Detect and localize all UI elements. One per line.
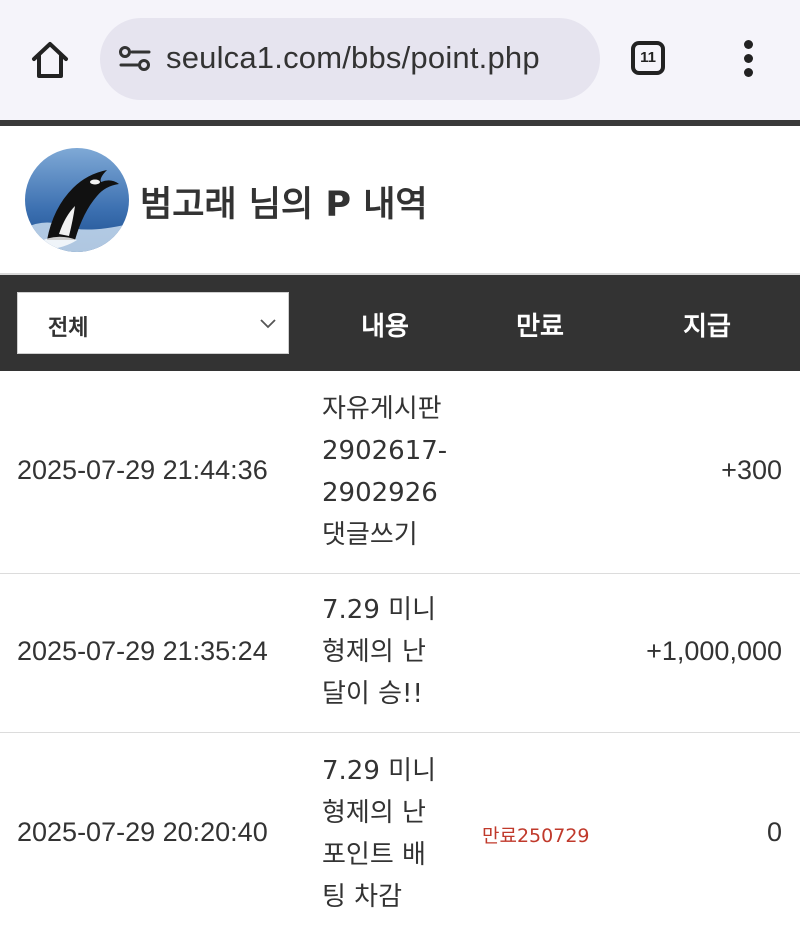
table-row: 2025-07-29 21:35:24 7.29 미니 형제의 난 달이 승!!… <box>0 574 800 733</box>
page-title: 범고래 님의 P 내역 <box>140 185 428 225</box>
filter-select-value: 전체 <box>48 316 89 341</box>
url-text[interactable]: seulca1.com/bbs/point.php <box>166 40 540 76</box>
table-header: 전체 내용 만료 지급 <box>0 275 800 371</box>
row-content-line: 포인트 배 <box>322 840 426 870</box>
column-header-amount: 지급 <box>683 312 731 342</box>
row-amount: +300 <box>721 455 782 485</box>
row-content-line: 2902926 <box>322 478 438 508</box>
profile-header: 범고래 님의 P 내역 <box>0 126 800 274</box>
row-content-line: 2902617- <box>322 436 448 466</box>
column-header-expire: 만료 <box>516 312 564 342</box>
row-content: 7.29 미니 형제의 난 달이 승!! <box>322 589 472 715</box>
chevron-down-icon <box>258 313 278 333</box>
row-content-line: 댓글쓰기 <box>322 520 418 550</box>
row-date: 2025-07-29 20:20:40 <box>17 817 268 847</box>
home-icon[interactable] <box>28 38 72 82</box>
row-date: 2025-07-29 21:35:24 <box>17 636 268 666</box>
browser-toolbar: seulca1.com/bbs/point.php 11 <box>0 0 800 120</box>
table-row: 2025-07-29 20:20:40 7.29 미니 형제의 난 포인트 배 … <box>0 733 800 933</box>
row-content: 7.29 미니 형제의 난 포인트 배 팅 차감 <box>322 750 472 918</box>
table-row: 2025-07-29 21:44:36 자유게시판 2902617- 29029… <box>0 371 800 574</box>
row-content-line: 7.29 미니 <box>322 595 436 625</box>
row-content-line: 형제의 난 <box>322 637 426 667</box>
row-content-line: 자유게시판 <box>322 394 442 424</box>
row-amount: +1,000,000 <box>646 636 782 666</box>
tab-switcher-button[interactable]: 11 <box>631 41 665 75</box>
address-bar[interactable]: seulca1.com/bbs/point.php <box>100 18 600 100</box>
row-content-line: 팅 차감 <box>322 882 403 912</box>
row-amount: 0 <box>766 817 782 847</box>
avatar <box>25 148 129 252</box>
row-content-line: 형제의 난 <box>322 798 426 828</box>
filter-select[interactable]: 전체 <box>17 292 289 354</box>
row-content-line: 달이 승!! <box>322 679 423 709</box>
site-settings-icon[interactable] <box>118 45 152 73</box>
row-content-line: 7.29 미니 <box>322 756 436 786</box>
row-expire: 만료250729 <box>482 825 590 847</box>
more-menu-icon[interactable] <box>736 40 760 80</box>
row-content: 자유게시판 2902617- 2902926 댓글쓰기 <box>322 388 472 556</box>
row-date: 2025-07-29 21:44:36 <box>17 455 268 485</box>
column-header-content: 내용 <box>361 312 409 342</box>
